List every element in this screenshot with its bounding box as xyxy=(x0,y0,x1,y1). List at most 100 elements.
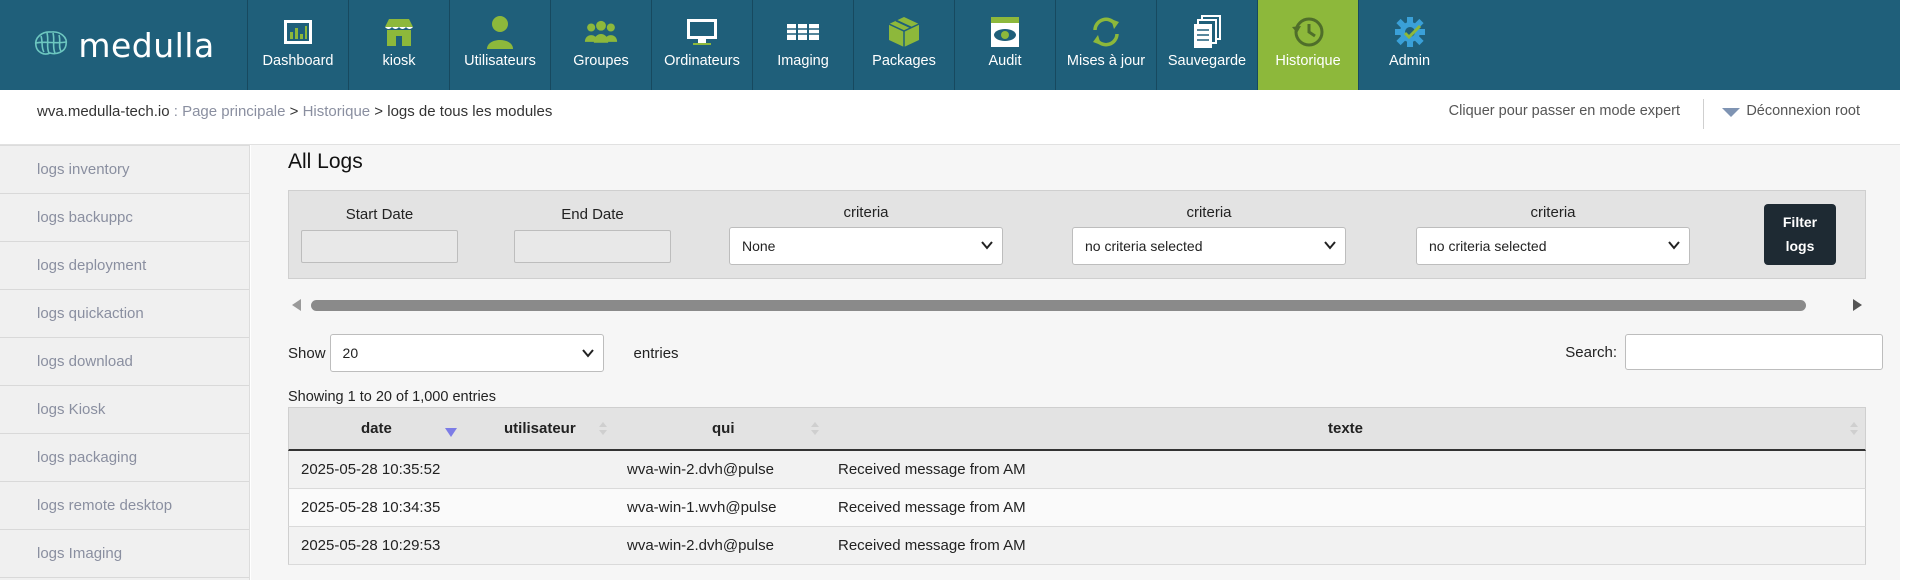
nav-imaging[interactable]: Imaging xyxy=(753,0,854,90)
table-header: date utilisateur qui texte xyxy=(288,407,1866,451)
sidebar: logs inventory logs backuppc logs deploy… xyxy=(0,145,250,580)
group-icon xyxy=(584,15,618,49)
breadcrumb-home-link[interactable]: Page principale xyxy=(182,103,285,120)
breadcrumb-current: logs de tous les modules xyxy=(387,103,553,120)
dashboard-icon xyxy=(281,15,315,49)
cell-texte: Received message from AM xyxy=(838,461,1026,478)
nav-label: Ordinateurs xyxy=(664,53,740,69)
sidebar-item-logs-inventory[interactable]: logs inventory xyxy=(0,146,249,194)
table-row[interactable]: 2025-05-28 10:29:53 wva-win-2.dvh@pulse … xyxy=(288,527,1866,565)
nav-groupes[interactable]: Groupes xyxy=(551,0,652,90)
start-date-label: Start Date xyxy=(345,206,414,223)
criteria-select-value: None xyxy=(742,238,776,254)
criteria-select-2[interactable]: no criteria selected xyxy=(1072,227,1346,265)
cell-date: 2025-05-28 10:35:52 xyxy=(301,461,441,478)
chevron-down-icon xyxy=(1668,241,1680,250)
scroll-right-icon[interactable] xyxy=(1853,299,1862,311)
entries-label: entries xyxy=(633,344,679,362)
nav-label: Groupes xyxy=(573,53,629,69)
nav-label: kiosk xyxy=(382,53,416,69)
cell-qui: wva-win-1.wvh@pulse xyxy=(627,499,777,516)
breadcrumb-bar: wva.medulla-tech.io : Page principale > … xyxy=(0,90,1900,145)
expert-mode-link[interactable]: Cliquer pour passer en mode expert xyxy=(1449,90,1680,133)
column-header-utilisateur[interactable]: utilisateur xyxy=(504,408,576,450)
sidebar-item-logs-packaging[interactable]: logs packaging xyxy=(0,434,249,482)
chevron-down-icon xyxy=(981,241,993,250)
nav-mises-a-jour[interactable]: Mises à jour xyxy=(1056,0,1157,90)
search-label: Search: xyxy=(1565,343,1617,361)
admin-gear-icon xyxy=(1393,15,1427,49)
medulla-logo[interactable]: medulla xyxy=(0,0,248,90)
sidebar-item-logs-imaging[interactable]: logs Imaging xyxy=(0,530,249,578)
backup-icon xyxy=(1190,15,1224,49)
nav-sauvegarde[interactable]: Sauvegarde xyxy=(1157,0,1258,90)
sidebar-item-logs-backuppc[interactable]: logs backuppc xyxy=(0,194,249,242)
sidebar-item-logs-kiosk[interactable]: logs Kiosk xyxy=(0,386,249,434)
end-date-input[interactable] xyxy=(514,230,671,263)
sidebar-item-logs-quickaction[interactable]: logs quickaction xyxy=(0,290,249,338)
sort-desc-icon xyxy=(445,428,457,437)
nav-packages[interactable]: Packages xyxy=(854,0,955,90)
table-row[interactable]: 2025-05-28 10:35:52 wva-win-2.dvh@pulse … xyxy=(288,451,1866,489)
criteria-select-1[interactable]: None xyxy=(729,227,1003,265)
breadcrumb-section-link[interactable]: Historique xyxy=(303,103,371,120)
show-label: Show xyxy=(288,344,326,362)
nav-ordinateurs[interactable]: Ordinateurs xyxy=(652,0,753,90)
entries-length-control: Show 20 entries xyxy=(288,334,679,372)
end-date-label: End Date xyxy=(561,206,624,223)
nav-label: Audit xyxy=(988,53,1022,69)
audit-icon xyxy=(988,15,1022,49)
logout-link[interactable]: Déconnexion root xyxy=(1722,90,1860,133)
history-icon xyxy=(1291,15,1325,49)
cell-texte: Received message from AM xyxy=(838,537,1026,554)
criteria-label: criteria xyxy=(843,204,889,221)
nav-historique[interactable]: Historique xyxy=(1258,0,1359,90)
nav-label: Packages xyxy=(872,53,936,69)
triangle-down-icon xyxy=(1722,108,1741,117)
table-row[interactable]: 2025-05-28 10:34:35 wva-win-1.wvh@pulse … xyxy=(288,489,1866,527)
divider xyxy=(1703,99,1704,129)
entries-length-select[interactable]: 20 xyxy=(329,334,604,372)
breadcrumb: wva.medulla-tech.io : Page principale > … xyxy=(37,90,552,133)
kiosk-icon xyxy=(382,15,416,49)
start-date-input[interactable] xyxy=(301,230,458,263)
criteria-select-3[interactable]: no criteria selected xyxy=(1416,227,1690,265)
logout-label: Déconnexion root xyxy=(1746,103,1860,119)
sidebar-item-logs-remote-desktop[interactable]: logs remote desktop xyxy=(0,482,249,530)
main-navbar: medulla Dashboard kiosk Utilisateurs Gro… xyxy=(0,0,1900,90)
cell-qui: wva-win-2.dvh@pulse xyxy=(627,461,774,478)
sidebar-item-logs-download[interactable]: logs download xyxy=(0,338,249,386)
nav-label: Imaging xyxy=(777,53,829,69)
computer-icon xyxy=(685,15,719,49)
column-header-qui[interactable]: qui xyxy=(712,408,735,450)
criteria-label: criteria xyxy=(1186,204,1232,221)
logo-brain-icon xyxy=(32,28,70,63)
nav-label: Historique xyxy=(1275,53,1341,69)
breadcrumb-separator: : xyxy=(169,103,183,120)
nav-label: Sauvegarde xyxy=(1167,53,1247,69)
nav-utilisateurs[interactable]: Utilisateurs xyxy=(450,0,551,90)
scrollbar-thumb[interactable] xyxy=(311,300,1806,311)
packages-icon xyxy=(887,15,921,49)
breadcrumb-host: wva.medulla-tech.io xyxy=(37,103,170,120)
sidebar-item-logs-deployment[interactable]: logs deployment xyxy=(0,242,249,290)
nav-audit[interactable]: Audit xyxy=(955,0,1056,90)
search-input[interactable] xyxy=(1625,334,1883,370)
breadcrumb-separator: > xyxy=(370,103,388,120)
nav-dashboard[interactable]: Dashboard xyxy=(248,0,349,90)
nav-admin[interactable]: Admin xyxy=(1359,0,1460,90)
nav-kiosk[interactable]: kiosk xyxy=(349,0,450,90)
filter-panel: Start Date End Date criteria None criter… xyxy=(288,190,1866,279)
filter-button-line: logs xyxy=(1785,238,1815,254)
column-header-texte[interactable]: texte xyxy=(1328,408,1363,450)
scroll-left-icon[interactable] xyxy=(292,299,301,311)
horizontal-scrollbar[interactable] xyxy=(288,297,1866,313)
entries-length-value: 20 xyxy=(342,345,359,361)
criteria-select-value: no criteria selected xyxy=(1429,238,1547,254)
filter-logs-button[interactable]: Filter logs xyxy=(1764,204,1836,265)
imaging-icon xyxy=(786,15,820,49)
filter-button-line: Filter xyxy=(1782,214,1818,230)
column-header-date[interactable]: date xyxy=(361,408,392,450)
user-icon xyxy=(483,15,517,49)
nav-label: Dashboard xyxy=(262,53,334,69)
